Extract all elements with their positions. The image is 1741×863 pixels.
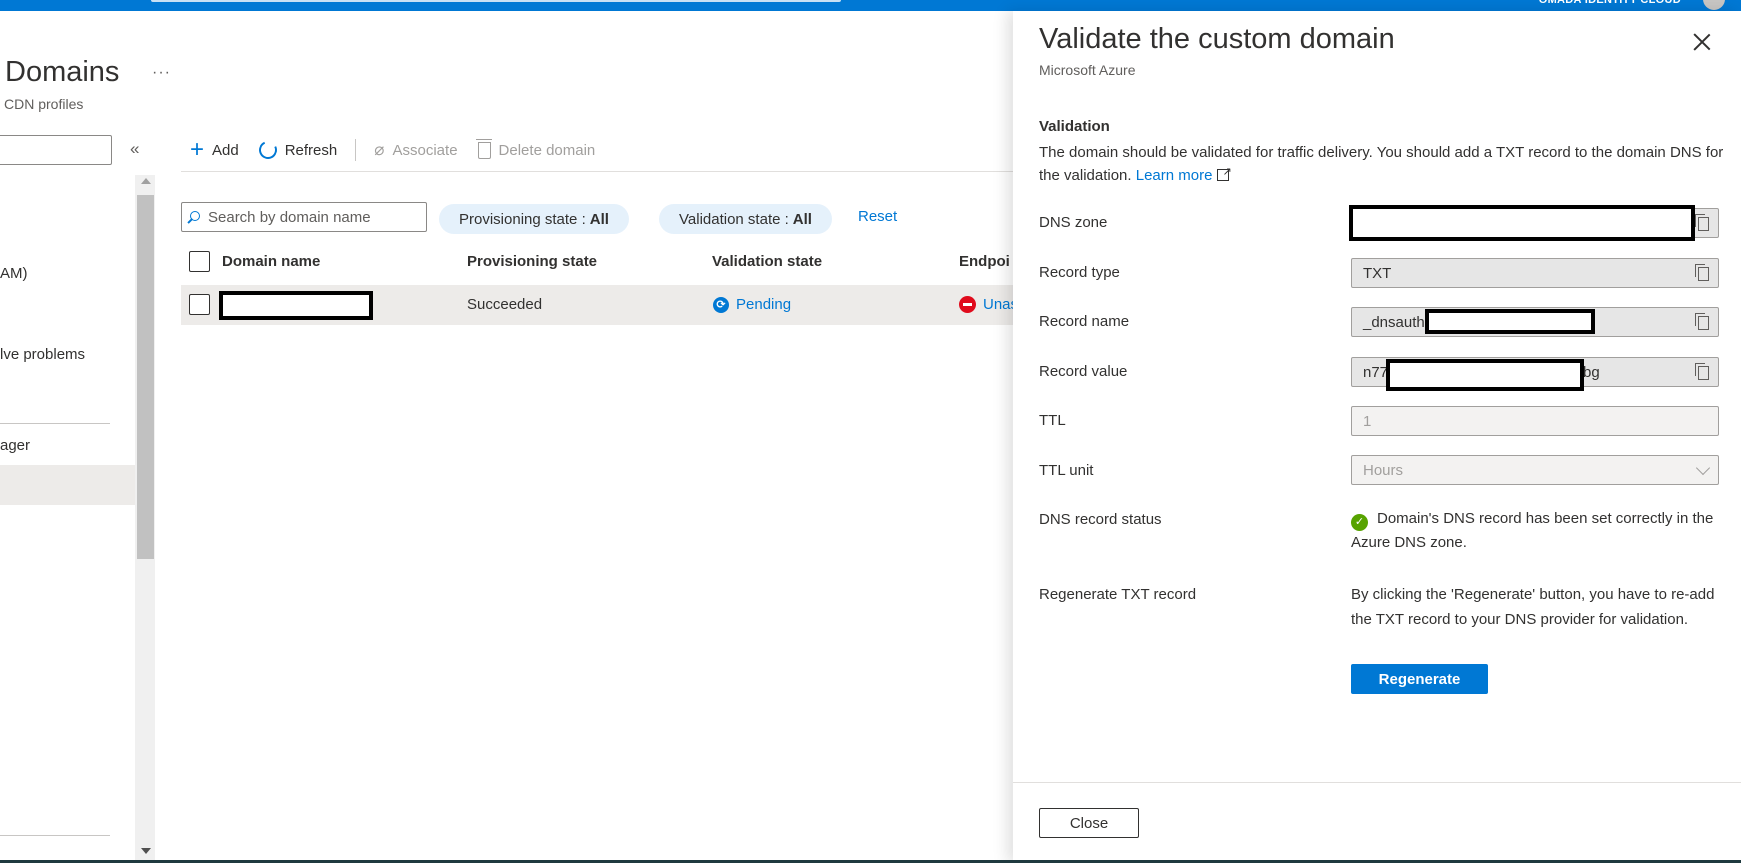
nav-divider (0, 835, 110, 836)
tenant-name: OMADA IDENTITY CLOUD (1538, 0, 1681, 6)
sync-pending-icon: ⟳ (713, 296, 729, 313)
ttl-field[interactable]: 1 (1351, 406, 1719, 436)
validate-domain-panel: Validate the custom domain Microsoft Azu… (1013, 11, 1741, 863)
record-type-field[interactable]: TXT (1351, 258, 1719, 288)
learn-more-link[interactable]: Learn more (1136, 167, 1213, 184)
external-link-icon (1217, 161, 1232, 184)
close-icon[interactable] (1688, 28, 1716, 56)
avatar[interactable] (1703, 0, 1725, 10)
record-type-label: Record type (1039, 264, 1120, 281)
copy-icon[interactable] (1695, 264, 1709, 281)
command-bar: + Add Refresh ⌀ Associate Delete domain (190, 136, 615, 164)
copy-icon[interactable] (1695, 214, 1709, 231)
validation-state-filter[interactable]: Validation state : All (659, 204, 832, 234)
scroll-up-arrow-icon[interactable] (141, 178, 151, 184)
toolbar-separator (355, 139, 357, 161)
endpoint-cell[interactable]: Unas (959, 296, 1018, 313)
trash-icon (475, 138, 492, 159)
redacted-dns-zone (1349, 205, 1695, 241)
ttl-label: TTL (1039, 412, 1066, 429)
regenerate-description: By clicking the 'Regenerate' button, you… (1351, 586, 1715, 628)
dns-zone-label: DNS zone (1039, 214, 1108, 231)
nav-divider (0, 423, 110, 424)
section-title: Validation (1039, 118, 1110, 135)
domain-search-input[interactable]: Search by domain name (181, 202, 427, 232)
redacted-record-name (1425, 309, 1595, 334)
collapse-nav-button[interactable]: « (130, 139, 139, 159)
scroll-down-arrow-icon[interactable] (141, 848, 151, 854)
column-header-domain-name[interactable]: Domain name (222, 253, 320, 270)
footer-divider (1013, 782, 1741, 783)
plug-icon: ⌀ (374, 140, 385, 159)
column-header-validation-state[interactable]: Validation state (712, 253, 822, 270)
ttl-unit-dropdown[interactable]: Hours (1351, 455, 1719, 485)
column-header-provisioning-state[interactable]: Provisioning state (467, 253, 597, 270)
nav-item-diagnose-solve-problems[interactable]: lve problems (0, 346, 85, 363)
validation-state-cell[interactable]: ⟳ Pending (713, 296, 791, 313)
check-circle-icon: ✓ (1351, 514, 1368, 531)
row-checkbox[interactable] (189, 294, 210, 315)
page-title: Domains (5, 56, 120, 88)
nav-item-manager[interactable]: ager (0, 437, 30, 454)
plus-icon: + (190, 136, 205, 163)
more-options-button[interactable]: ··· (152, 64, 171, 82)
dns-record-status-label: DNS record status (1039, 511, 1162, 528)
refresh-icon (256, 138, 280, 162)
toolbar-divider (181, 171, 1013, 172)
global-search-box[interactable] (151, 0, 841, 2)
redacted-record-value (1386, 359, 1584, 391)
nav-item-access-control[interactable]: AM) (0, 265, 28, 282)
chevron-down-icon (1695, 460, 1711, 476)
provisioning-state-cell: Succeeded (467, 296, 543, 313)
copy-icon[interactable] (1695, 363, 1709, 380)
blocked-icon (959, 296, 976, 313)
left-nav-search-input[interactable] (0, 135, 112, 165)
panel-title: Validate the custom domain (1039, 23, 1395, 55)
provisioning-state-filter[interactable]: Provisioning state : All (439, 204, 629, 234)
redacted-domain-name[interactable] (219, 291, 373, 320)
record-name-label: Record name (1039, 313, 1130, 330)
add-button[interactable]: + Add (190, 138, 239, 162)
ttl-unit-label: TTL unit (1039, 462, 1094, 479)
regenerate-label: Regenerate TXT record (1039, 586, 1197, 603)
top-bar: OMADA IDENTITY CLOUD (0, 0, 1741, 11)
reset-filters-link[interactable]: Reset (858, 208, 897, 225)
associate-button[interactable]: ⌀ Associate (374, 140, 457, 160)
search-icon (190, 210, 200, 221)
column-header-endpoint[interactable]: Endpoi (959, 253, 1010, 270)
section-description: The domain should be validated for traff… (1039, 141, 1729, 187)
copy-icon[interactable] (1695, 313, 1709, 330)
nav-item-selected[interactable] (0, 465, 135, 505)
panel-subtitle: Microsoft Azure (1039, 62, 1136, 78)
page-subtitle: CDN profiles (4, 96, 84, 112)
select-all-checkbox[interactable] (189, 251, 210, 272)
scroll-thumb[interactable] (137, 195, 154, 559)
regenerate-button[interactable]: Regenerate (1351, 664, 1488, 694)
close-button[interactable]: Close (1039, 808, 1139, 838)
record-value-label: Record value (1039, 363, 1128, 380)
delete-domain-button[interactable]: Delete domain (475, 138, 595, 159)
dns-record-status: ✓ Domain's DNS record has been set correc… (1351, 510, 1714, 551)
refresh-button[interactable]: Refresh (256, 138, 337, 162)
